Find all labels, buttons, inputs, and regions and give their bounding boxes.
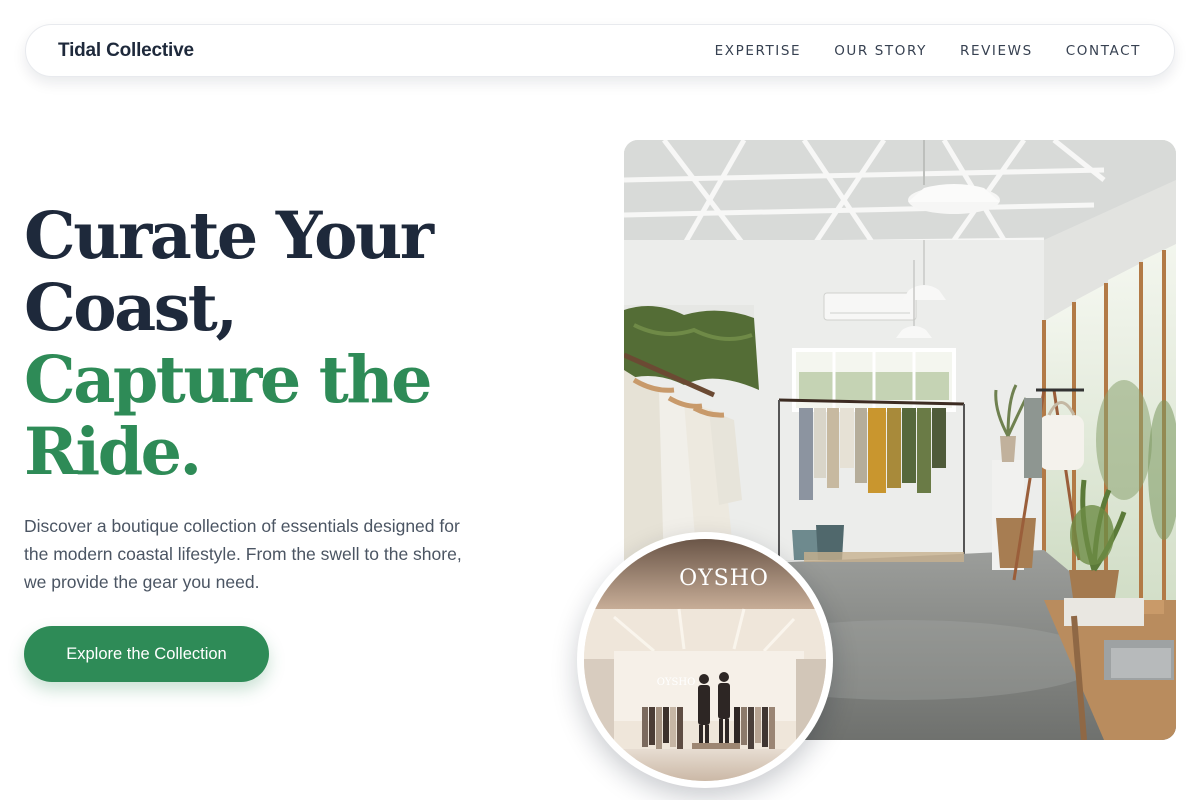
nav-link-reviews[interactable]: REVIEWS	[960, 43, 1033, 59]
hero-description: Discover a boutique collection of essent…	[24, 516, 462, 592]
top-navbar: Tidal Collective EXPERTISE OUR STORY REV…	[25, 24, 1175, 77]
nav-link-contact[interactable]: CONTACT	[1066, 43, 1141, 59]
nav-links: EXPERTISE OUR STORY REVIEWS CONTACT	[715, 43, 1141, 59]
store-sign-large: OYSHO	[679, 566, 769, 591]
brand-logo-text[interactable]: Tidal Collective	[58, 40, 194, 62]
hero-title-line-4: Ride.	[24, 414, 202, 490]
nav-link-expertise[interactable]: EXPERTISE	[715, 43, 802, 59]
store-sign-small: OYSHO	[657, 677, 696, 688]
hero-title-line-1: Curate Your	[24, 198, 434, 274]
hero-title-line-3: Capture the	[24, 342, 432, 418]
explore-collection-button[interactable]: Explore the Collection	[24, 626, 269, 682]
hero-title-line-2: Coast,	[24, 270, 238, 346]
hero-title: Curate Your Coast, Capture the Ride.	[24, 200, 584, 488]
storefront-illustration: OYSHO OYSHO	[584, 539, 826, 781]
oysho-storefront-photo: OYSHO OYSHO	[577, 532, 833, 788]
nav-link-our-story[interactable]: OUR STORY	[834, 43, 927, 59]
